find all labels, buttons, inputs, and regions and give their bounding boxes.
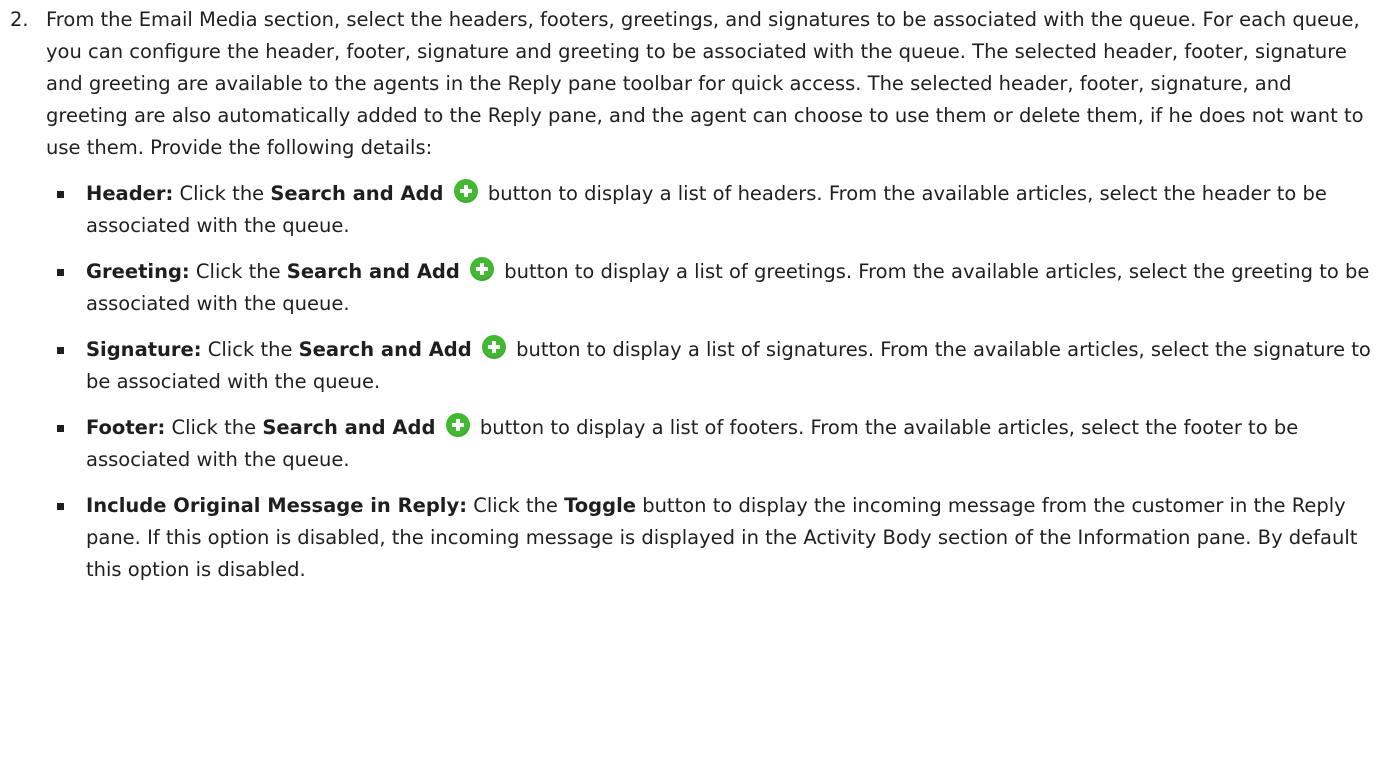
list-item-include-original-message: Include Original Message in Reply: Click…: [46, 490, 1376, 586]
list-item-footer: Footer: Click the Search and Add button …: [46, 412, 1376, 476]
numbered-step: 2. From the Email Media section, select …: [10, 4, 1380, 600]
item-text: Click the: [173, 182, 271, 205]
plus-circle-icon: [470, 257, 495, 281]
step-body: From the Email Media section, select the…: [46, 4, 1376, 586]
list-item-greeting: Greeting: Click the Search and Add butto…: [46, 256, 1376, 320]
step-intro-paragraph: From the Email Media section, select the…: [46, 8, 1364, 159]
step-number: 2.: [10, 8, 29, 31]
list-item-signature: Signature: Click the Search and Add butt…: [46, 334, 1376, 398]
plus-circle-icon: [445, 413, 470, 437]
list-item-header: Header: Click the Search and Add button …: [46, 178, 1376, 242]
bullet-icon: [57, 425, 64, 432]
field-term: Signature:: [86, 338, 202, 361]
button-name: Search and Add: [298, 338, 472, 361]
field-term: Include Original Message in Reply:: [86, 494, 467, 517]
item-text: Click the: [201, 338, 299, 361]
plus-circle-icon: [453, 179, 478, 203]
bullet-icon: [57, 347, 64, 354]
field-term: Footer:: [86, 416, 166, 439]
button-name: Search and Add: [286, 260, 460, 283]
item-text: Click the: [165, 416, 263, 439]
item-text: Click the: [189, 260, 287, 283]
document-page: 2. From the Email Media section, select …: [0, 0, 1390, 784]
plus-circle-icon: [481, 335, 506, 359]
bullet-icon: [57, 503, 64, 510]
bullet-icon: [57, 269, 64, 276]
field-term: Greeting:: [86, 260, 190, 283]
item-text: Click the: [467, 494, 565, 517]
button-name: Search and Add: [270, 182, 444, 205]
bullet-icon: [57, 191, 64, 198]
button-name: Toggle: [564, 494, 636, 517]
button-name: Search and Add: [262, 416, 436, 439]
details-list: Header: Click the Search and Add button …: [46, 178, 1376, 586]
field-term: Header:: [86, 182, 174, 205]
